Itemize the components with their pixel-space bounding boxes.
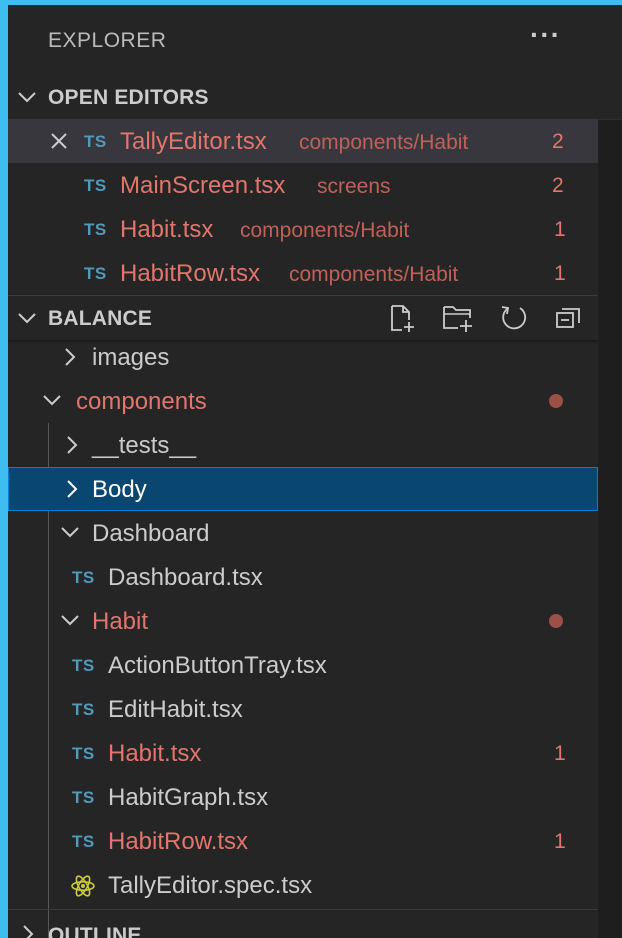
tree-item-habit-graph[interactable]: TS HabitGraph.tsx: [8, 775, 598, 819]
tree-item-habit-file[interactable]: TS Habit.tsx 1: [8, 731, 598, 775]
open-editor-path: components/Habit: [299, 131, 469, 154]
problem-count-badge: 1: [554, 262, 566, 285]
open-editor-item[interactable]: TS TallyEditor.tsx components/Habit 2: [8, 119, 598, 163]
explorer-sidebar: EXPLORER ··· OPEN EDITORS TS TallyEditor…: [8, 5, 598, 938]
tree-item-tally-spec[interactable]: TallyEditor.spec.tsx: [8, 863, 598, 907]
problem-count-badge: 1: [554, 830, 566, 853]
problem-count-badge: 2: [552, 174, 564, 197]
typescript-file-icon: TS: [84, 176, 107, 195]
outline-header: OUTLINE: [48, 924, 142, 938]
typescript-file-icon: TS: [84, 220, 107, 239]
chevron-down-icon: [60, 524, 80, 545]
problem-count-badge: 2: [552, 130, 564, 153]
typescript-file-icon: TS: [72, 568, 95, 587]
open-editor-filename: Habit.tsx: [120, 216, 214, 243]
open-editor-item[interactable]: TS MainScreen.tsx screens 2: [8, 163, 598, 207]
open-editors-header: OPEN EDITORS: [48, 86, 209, 109]
new-file-icon[interactable]: [388, 303, 418, 338]
typescript-file-icon: TS: [72, 700, 95, 719]
tree-item-label: Dashboard.tsx: [108, 564, 263, 591]
open-editor-filename: MainScreen.tsx: [120, 172, 286, 199]
chevron-right-icon: [20, 924, 36, 938]
tree-item-edit-habit[interactable]: TS EditHabit.tsx: [8, 687, 598, 731]
chevron-down-icon: [16, 307, 38, 334]
new-folder-icon[interactable]: [442, 303, 474, 338]
typescript-file-icon: TS: [72, 744, 95, 763]
chevron-right-icon: [64, 435, 80, 460]
tree-item-label: EditHabit.tsx: [108, 696, 243, 723]
close-icon[interactable]: [50, 132, 68, 155]
chevron-down-icon: [60, 612, 80, 633]
open-editor-item[interactable]: TS Habit.tsx components/Habit 1: [8, 207, 598, 251]
tree-item-images[interactable]: images: [8, 335, 598, 379]
explorer-title: EXPLORER: [48, 29, 167, 52]
tree-item-label: HabitRow.tsx: [108, 828, 249, 855]
tree-item-components[interactable]: components: [8, 379, 598, 423]
open-editor-filename: TallyEditor.tsx: [120, 128, 267, 155]
modified-dot-icon: [549, 614, 563, 628]
editor-tab-bar: [598, 5, 622, 120]
open-editor-filename: HabitRow.tsx: [120, 260, 261, 287]
open-editor-path: components/Habit: [240, 219, 410, 242]
problem-count-badge: 1: [554, 742, 566, 765]
typescript-file-icon: TS: [72, 656, 95, 675]
tree-item-label: Habit: [92, 608, 149, 635]
problem-count-badge: 1: [554, 218, 566, 241]
tree-item-label: ActionButtonTray.tsx: [108, 652, 327, 679]
open-editor-item[interactable]: TS HabitRow.tsx components/Habit 1: [8, 251, 598, 295]
tree-item-habit-folder[interactable]: Habit: [8, 599, 598, 643]
typescript-file-icon: TS: [84, 264, 107, 283]
tree-item-habit-row[interactable]: TS HabitRow.tsx 1: [8, 819, 598, 863]
tree-item-label: images: [92, 344, 170, 371]
tree-item-label: HabitGraph.tsx: [108, 784, 269, 811]
react-test-file-icon: [70, 873, 96, 904]
refresh-icon[interactable]: [499, 303, 529, 338]
tree-item-dashboard-file[interactable]: TS Dashboard.tsx: [8, 555, 598, 599]
tree-item-label: components: [76, 388, 207, 415]
tree-item-label: Habit.tsx: [108, 740, 202, 767]
modified-dot-icon: [549, 394, 563, 408]
balance-section-header[interactable]: BALANCE: [8, 296, 598, 340]
typescript-file-icon: TS: [72, 832, 95, 851]
typescript-file-icon: TS: [84, 132, 107, 151]
tree-item-label: Dashboard: [92, 520, 210, 547]
tree-item-body[interactable]: Body: [8, 467, 598, 511]
open-editor-path: screens: [317, 175, 391, 198]
chevron-down-icon: [42, 392, 62, 413]
tree-item-action-button-tray[interactable]: TS ActionButtonTray.tsx: [8, 643, 598, 687]
collapse-all-icon[interactable]: [554, 303, 584, 338]
editor-area-edge: [598, 5, 622, 938]
typescript-file-icon: TS: [72, 788, 95, 807]
chevron-right-icon: [64, 479, 80, 504]
tree-item-label: __tests__: [92, 432, 197, 459]
open-editor-path: components/Habit: [289, 263, 459, 286]
outline-section-header[interactable]: OUTLINE: [8, 910, 598, 938]
chevron-right-icon: [62, 347, 78, 372]
tree-item-tests[interactable]: __tests__: [8, 423, 598, 467]
open-editors-section-header[interactable]: OPEN EDITORS: [8, 75, 598, 119]
more-actions-icon[interactable]: ···: [530, 19, 561, 51]
chevron-down-icon: [16, 86, 38, 113]
tree-item-label: Body: [92, 476, 147, 503]
tree-item-dashboard[interactable]: Dashboard: [8, 511, 598, 555]
balance-header: BALANCE: [48, 307, 153, 330]
tree-item-label: TallyEditor.spec.tsx: [108, 872, 313, 899]
